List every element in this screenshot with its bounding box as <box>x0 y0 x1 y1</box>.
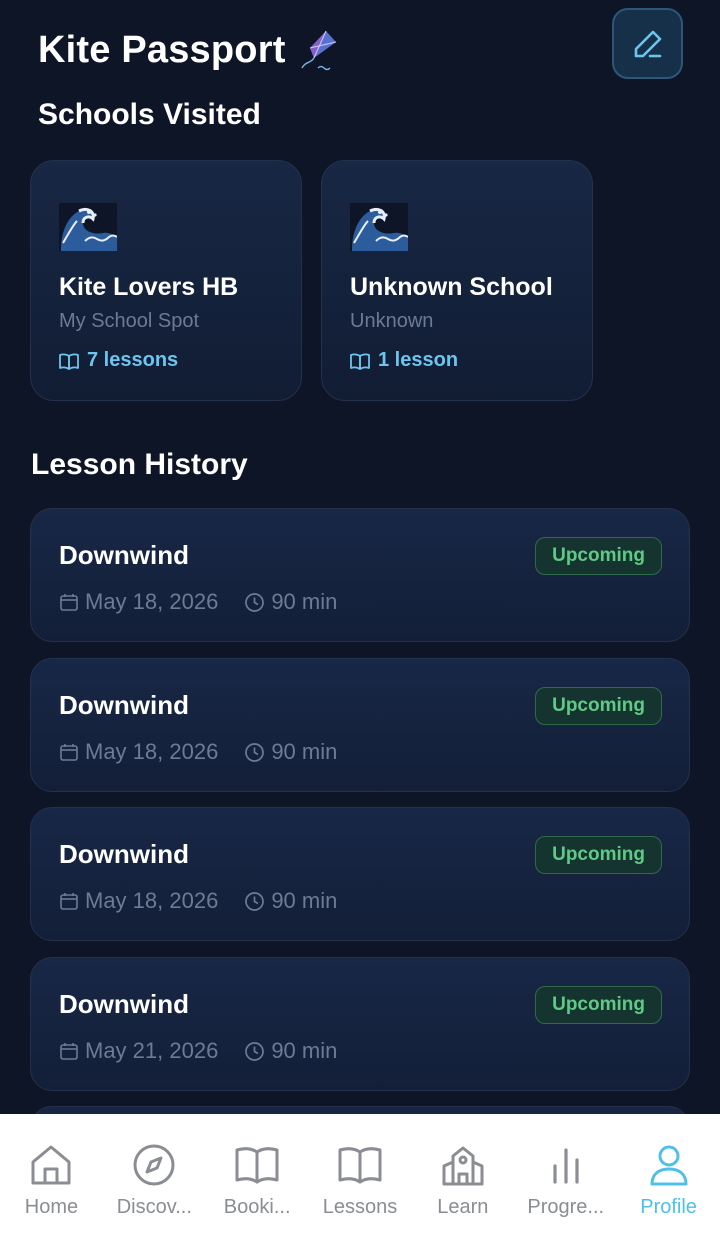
school-lessons-label: 1 lesson <box>378 349 459 371</box>
tab-label: Profile <box>640 1196 697 1218</box>
lesson-duration-label: 90 min <box>271 589 338 614</box>
lesson-duration: 90 min <box>244 739 337 765</box>
lesson-duration-label: 90 min <box>271 888 338 913</box>
clock-icon <box>245 742 265 762</box>
tab-label: Home <box>24 1196 79 1218</box>
tab-label: Discov... <box>116 1196 192 1218</box>
status-badge: Upcoming <box>535 986 662 1024</box>
compass-icon <box>133 1144 175 1186</box>
lesson-title: Downwind <box>59 989 189 1019</box>
wave-icon <box>350 203 408 251</box>
tab-profile[interactable]: Profile <box>617 1114 720 1250</box>
bar-chart-icon <box>553 1148 579 1184</box>
school-name: Unknown School <box>350 273 553 301</box>
school-card[interactable]: Kite Lovers HB My School Spot 7 lessons <box>30 160 302 401</box>
status-badge: Upcoming <box>535 537 662 575</box>
lesson-date: May 18, 2026 <box>85 739 219 764</box>
school-spot: My School Spot <box>59 310 200 332</box>
tab-home[interactable]: Home <box>0 1114 103 1250</box>
calendar-icon <box>60 594 78 611</box>
school-lesson-count: 1 lesson <box>350 349 458 372</box>
wave-icon <box>59 203 117 251</box>
tab-label: Booki... <box>223 1196 291 1218</box>
calendar-icon <box>60 893 78 910</box>
clock-icon <box>245 1041 265 1061</box>
school-lesson-count: 7 lessons <box>59 349 178 372</box>
lesson-title: Downwind <box>59 839 189 869</box>
lesson-title: Downwind <box>59 690 189 720</box>
tab-discover[interactable]: Discov... <box>103 1114 206 1250</box>
lesson-card[interactable]: Downwind Upcoming May 18, 2026 90 min <box>30 807 690 941</box>
status-badge: Upcoming <box>535 836 662 874</box>
tab-label: Lessons <box>322 1196 398 1218</box>
tab-label: Progre... <box>527 1196 605 1218</box>
book-icon <box>350 352 370 370</box>
lesson-duration-label: 90 min <box>271 1038 338 1063</box>
lesson-meta: May 21, 2026 90 min <box>59 1038 337 1064</box>
calendar-icon <box>60 744 78 761</box>
calendar-icon <box>60 1043 78 1060</box>
bottom-tab-bar: Home Discov... Booki... Lessons Learn Pr… <box>0 1114 720 1250</box>
person-icon <box>650 1145 688 1186</box>
lesson-card[interactable]: Downwind Upcoming May 18, 2026 90 min <box>30 508 690 642</box>
pencil-icon <box>634 30 661 57</box>
lesson-duration: 90 min <box>244 1038 337 1064</box>
clock-icon <box>245 891 265 911</box>
lesson-title: Downwind <box>59 540 189 570</box>
home-icon <box>31 1145 71 1185</box>
tab-learn[interactable]: Learn <box>411 1114 514 1250</box>
header: Kite Passport <box>38 18 684 82</box>
tab-label: Learn <box>437 1196 489 1218</box>
tab-bookings[interactable]: Booki... <box>206 1114 309 1250</box>
lesson-duration: 90 min <box>244 888 337 914</box>
lesson-date: May 21, 2026 <box>85 1038 219 1063</box>
lesson-history-title: Lesson History <box>31 448 248 481</box>
lesson-duration: 90 min <box>244 589 337 615</box>
school-name: Kite Lovers HB <box>59 273 239 301</box>
lesson-meta: May 18, 2026 90 min <box>59 739 337 765</box>
clock-icon <box>245 592 265 612</box>
edit-profile-button[interactable] <box>612 8 683 79</box>
book-icon <box>338 1147 382 1184</box>
school-spot: Unknown <box>350 310 434 332</box>
lesson-date: May 18, 2026 <box>85 888 219 913</box>
lesson-meta: May 18, 2026 90 min <box>59 589 337 615</box>
school-lessons-label: 7 lessons <box>87 349 179 371</box>
lesson-duration-label: 90 min <box>271 739 338 764</box>
kite-icon <box>296 28 340 72</box>
lesson-card[interactable]: Downwind Upcoming May 21, 2026 90 min <box>30 957 690 1091</box>
schools-visited-title: Schools Visited <box>38 98 261 131</box>
lesson-meta: May 18, 2026 90 min <box>59 888 337 914</box>
status-badge: Upcoming <box>535 687 662 725</box>
lesson-date: May 18, 2026 <box>85 589 219 614</box>
tab-progress[interactable]: Progre... <box>514 1114 617 1250</box>
school-icon <box>442 1146 484 1186</box>
page-title: Kite Passport <box>38 28 286 71</box>
lesson-card[interactable]: Downwind Upcoming May 18, 2026 90 min <box>30 658 690 792</box>
book-icon <box>59 352 79 370</box>
tab-lessons[interactable]: Lessons <box>309 1114 412 1250</box>
school-card[interactable]: Unknown School Unknown 1 lesson <box>321 160 593 401</box>
book-icon <box>235 1147 279 1184</box>
